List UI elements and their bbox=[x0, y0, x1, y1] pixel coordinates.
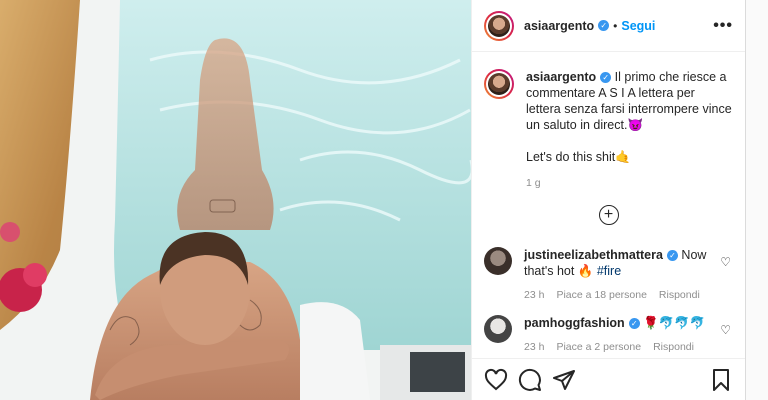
separator-dot: • bbox=[613, 18, 618, 33]
comment-item: justineelizabethmattera ✓ Now that's hot … bbox=[472, 241, 745, 309]
caption-time[interactable]: 1 g bbox=[526, 175, 733, 191]
like-comment-heart-icon[interactable]: ♡ bbox=[720, 323, 731, 337]
comment-icon[interactable] bbox=[518, 368, 542, 392]
comment-hashtag[interactable]: #fire bbox=[597, 264, 621, 278]
send-icon[interactable] bbox=[552, 368, 576, 392]
verified-badge-icon: ✓ bbox=[666, 250, 678, 262]
like-comment-heart-icon[interactable]: ♡ bbox=[720, 255, 731, 269]
bookmark-icon[interactable] bbox=[709, 368, 733, 392]
commenter-avatar[interactable] bbox=[484, 247, 512, 275]
comment-body: pamhoggfashion ✓ 🌹🐬🐬🐬 23 h Piace a 2 pers… bbox=[524, 315, 714, 355]
post-actions bbox=[472, 358, 745, 400]
comment-text: 🌹🐬🐬🐬 bbox=[643, 316, 706, 330]
verified-badge-icon: ✓ bbox=[600, 72, 612, 84]
reply-button[interactable]: Rispondi bbox=[653, 339, 694, 355]
comment-meta: 23 h Piace a 18 persone Rispondi bbox=[524, 287, 714, 303]
verified-badge-icon: ✓ bbox=[598, 20, 610, 31]
load-more-comments-button[interactable]: + bbox=[598, 205, 619, 225]
reply-button[interactable]: Rispondi bbox=[659, 287, 700, 303]
commenter-avatar[interactable] bbox=[484, 315, 512, 343]
post-caption: asiaargento ✓ Il primo che riesce a comme… bbox=[472, 53, 745, 191]
comment-likes[interactable]: Piace a 18 persone bbox=[556, 287, 646, 303]
follow-button[interactable]: Segui bbox=[621, 19, 655, 33]
post-side-panel: asiaargento ✓ • Segui ••• asiaargento ✓ I… bbox=[471, 0, 746, 400]
instagram-post: asiaargento ✓ • Segui ••• asiaargento ✓ I… bbox=[0, 0, 768, 400]
post-header: asiaargento ✓ • Segui ••• bbox=[472, 0, 745, 52]
commenter-username[interactable]: justineelizabethmattera bbox=[524, 248, 663, 262]
comment-likes[interactable]: Piace a 2 persone bbox=[556, 339, 641, 355]
comment-time[interactable]: 23 h bbox=[524, 339, 544, 355]
author-avatar[interactable] bbox=[484, 10, 514, 41]
comment-meta: 23 h Piace a 2 persone Rispondi bbox=[524, 339, 714, 355]
page-scroll-area bbox=[746, 0, 768, 400]
heart-icon[interactable] bbox=[484, 368, 508, 392]
load-more: + bbox=[472, 205, 745, 225]
caption-avatar[interactable] bbox=[484, 69, 514, 99]
comments-list[interactable]: asiaargento ✓ Il primo che riesce a comme… bbox=[472, 53, 745, 358]
author-username[interactable]: asiaargento bbox=[524, 19, 594, 33]
caption-username[interactable]: asiaargento bbox=[526, 70, 596, 84]
caption-body: asiaargento ✓ Il primo che riesce a comme… bbox=[526, 69, 733, 191]
commenter-username[interactable]: pamhoggfashion bbox=[524, 316, 625, 330]
verified-badge-icon: ✓ bbox=[628, 318, 640, 330]
photo-illustration bbox=[0, 0, 471, 400]
caption-text: Il primo che riesce a commentare A S I A… bbox=[526, 70, 732, 164]
more-options-icon[interactable]: ••• bbox=[713, 17, 733, 35]
comment-item: pamhoggfashion ✓ 🌹🐬🐬🐬 23 h Piace a 2 pers… bbox=[472, 309, 745, 358]
comment-body: justineelizabethmattera ✓ Now that's hot … bbox=[524, 247, 714, 303]
comment-time[interactable]: 23 h bbox=[524, 287, 544, 303]
post-photo[interactable] bbox=[0, 0, 471, 400]
